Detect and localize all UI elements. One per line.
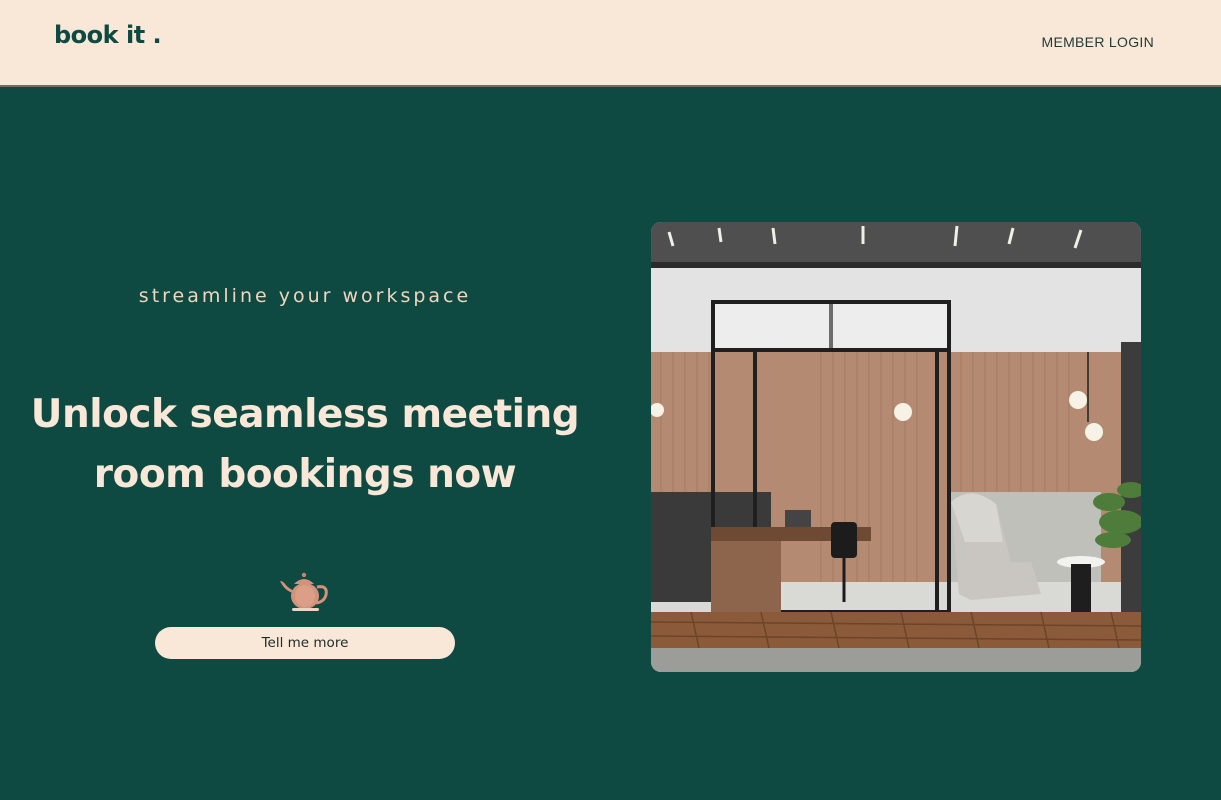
teapot-icon <box>280 572 328 611</box>
site-header: book it . MEMBER LOGIN <box>0 0 1221 87</box>
hero-headline: Unlock seamless meeting room bookings no… <box>0 385 610 505</box>
tell-me-more-button[interactable]: Tell me more <box>155 627 455 659</box>
hero-text-column: streamline your workspace Unlock seamles… <box>0 87 610 800</box>
hero-tagline: streamline your workspace <box>138 285 472 307</box>
hero-headline-line-1: Unlock seamless meeting <box>30 392 580 437</box>
member-login-link[interactable]: MEMBER LOGIN <box>1041 34 1154 50</box>
hero-headline-line-2: room bookings now <box>93 452 517 497</box>
logo[interactable]: book it . <box>54 21 162 49</box>
meeting-room-photo <box>651 222 1141 672</box>
